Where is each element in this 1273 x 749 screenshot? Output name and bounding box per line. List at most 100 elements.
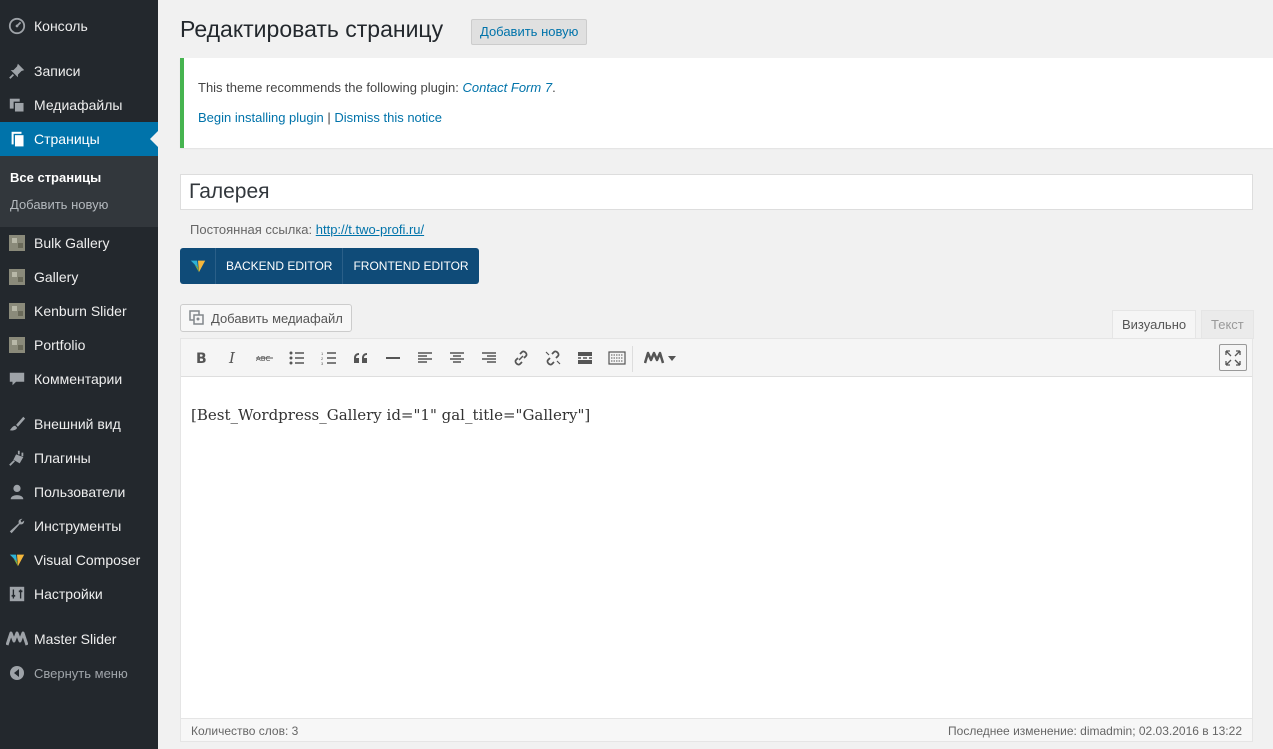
- insert-link-icon[interactable]: [509, 347, 533, 369]
- editor-toolbar: B I ABC 123: [181, 339, 1252, 377]
- menu-item-tools[interactable]: Инструменты: [0, 509, 158, 543]
- menu-item-label: Комментарии: [34, 371, 123, 387]
- menu-item-label: Консоль: [34, 18, 88, 34]
- menu-item-label: Visual Composer: [34, 552, 141, 568]
- plugin-icon: [0, 449, 34, 467]
- bold-icon[interactable]: B: [189, 347, 213, 369]
- menu-item-plugins[interactable]: Плагины: [0, 441, 158, 475]
- menu-item-label: Kenburn Slider: [34, 303, 127, 319]
- gallery-icon: [0, 303, 34, 319]
- menu-item-visual-composer[interactable]: Visual Composer: [0, 543, 158, 577]
- gallery-icon: [0, 269, 34, 285]
- read-more-icon[interactable]: [573, 347, 597, 369]
- admin-sidebar: Консоль Записи Медиафайлы Страницы Все с…: [0, 0, 158, 749]
- strikethrough-icon[interactable]: ABC: [253, 347, 277, 369]
- vc-logo-icon: [180, 248, 216, 284]
- menu-item-settings[interactable]: Настройки: [0, 577, 158, 611]
- menu-item-label: Gallery: [34, 269, 79, 285]
- svg-text:3: 3: [321, 361, 324, 365]
- svg-text:ABC: ABC: [256, 355, 270, 363]
- master-slider-icon: [0, 631, 34, 647]
- notice-text-prefix: This theme recommends the following plug…: [198, 80, 463, 95]
- permalink: Постоянная ссылка: http://t.two-profi.ru…: [190, 222, 424, 237]
- toolbar-separator: [632, 346, 633, 372]
- menu-item-users[interactable]: Пользователи: [0, 475, 158, 509]
- vc-icon: [0, 551, 34, 569]
- permalink-url[interactable]: http://t.two-profi.ru/: [316, 222, 424, 237]
- gallery-icon: [0, 235, 34, 251]
- align-center-icon[interactable]: [445, 347, 469, 369]
- menu-item-label: Bulk Gallery: [34, 235, 110, 251]
- menu-item-comments[interactable]: Комментарии: [0, 362, 158, 396]
- collapse-arrow-icon: [0, 665, 34, 681]
- menu-item-label: Настройки: [34, 586, 103, 602]
- master-slider-dropdown-icon[interactable]: [643, 347, 679, 369]
- menu-item-media[interactable]: Медиафайлы: [0, 88, 158, 122]
- pin-icon: [0, 62, 34, 80]
- comment-icon: [0, 370, 34, 388]
- menu-item-label: Медиафайлы: [34, 97, 123, 113]
- notice-actions: Begin installing plugin | Dismiss this n…: [198, 110, 442, 125]
- pages-icon: [0, 130, 34, 148]
- menu-item-gallery[interactable]: Gallery: [0, 260, 158, 294]
- menu-item-label: Записи: [34, 63, 81, 79]
- menu-item-label: Плагины: [34, 450, 91, 466]
- settings-icon: [0, 585, 34, 603]
- notice-separator: |: [323, 110, 335, 125]
- editor-content-area[interactable]: [Best_Wordpress_Gallery id="1" gal_title…: [181, 378, 1252, 718]
- begin-installing-link[interactable]: Begin installing plugin: [198, 110, 324, 125]
- collapse-menu-button[interactable]: Свернуть меню: [0, 656, 158, 690]
- page-title: Редактировать страницу: [180, 16, 444, 42]
- add-new-page-button[interactable]: Добавить новую: [471, 19, 588, 45]
- plugin-link[interactable]: Contact Form 7: [462, 80, 552, 95]
- wrench-icon: [0, 517, 34, 535]
- bullet-list-icon[interactable]: [285, 347, 309, 369]
- pages-submenu: Все страницы Добавить новую: [0, 156, 158, 227]
- user-icon: [0, 483, 34, 501]
- content-editor: B I ABC 123 [Best_Wordpress_Gallery id="…: [180, 338, 1253, 742]
- menu-item-master-slider[interactable]: Master Slider: [0, 622, 158, 656]
- svg-text:I: I: [228, 351, 236, 365]
- blockquote-icon[interactable]: [349, 347, 373, 369]
- menu-item-bulk-gallery[interactable]: Bulk Gallery: [0, 226, 158, 260]
- add-media-button[interactable]: Добавить медиафайл: [180, 304, 352, 332]
- dashboard-icon: [0, 17, 34, 35]
- italic-icon[interactable]: I: [221, 347, 245, 369]
- menu-item-label: Инструменты: [34, 518, 122, 534]
- align-right-icon[interactable]: [477, 347, 501, 369]
- horizontal-line-icon[interactable]: [381, 347, 405, 369]
- post-title-input[interactable]: [180, 174, 1253, 210]
- editor-content[interactable]: [Best_Wordpress_Gallery id="1" gal_title…: [191, 406, 590, 424]
- submenu-add-new[interactable]: Добавить новую: [10, 197, 108, 212]
- tab-text[interactable]: Текст: [1201, 310, 1254, 339]
- add-media-label: Добавить медиафайл: [211, 310, 343, 326]
- numbered-list-icon[interactable]: 123: [317, 347, 341, 369]
- add-media-icon: [189, 309, 205, 328]
- backend-editor-button[interactable]: BACKEND EDITOR: [216, 248, 344, 284]
- gallery-icon: [0, 337, 34, 353]
- submenu-all-pages[interactable]: Все страницы: [10, 170, 101, 185]
- visual-composer-bar: BACKEND EDITOR FRONTEND EDITOR: [180, 248, 479, 284]
- remove-link-icon[interactable]: [541, 347, 565, 369]
- frontend-editor-button[interactable]: FRONTEND EDITOR: [343, 248, 478, 284]
- tab-visual[interactable]: Визуально: [1112, 310, 1197, 339]
- menu-item-kenburn-slider[interactable]: Kenburn Slider: [0, 294, 158, 328]
- plugin-notice: This theme recommends the following plug…: [180, 58, 1273, 148]
- media-icon: [0, 96, 34, 114]
- permalink-label: Постоянная ссылка:: [190, 222, 316, 237]
- brush-icon: [0, 415, 34, 433]
- dismiss-notice-link[interactable]: Dismiss this notice: [334, 110, 442, 125]
- notice-text-suffix: .: [552, 80, 556, 95]
- menu-item-posts[interactable]: Записи: [0, 54, 158, 88]
- menu-item-appearance[interactable]: Внешний вид: [0, 407, 158, 441]
- menu-item-label: Portfolio: [34, 337, 86, 353]
- align-left-icon[interactable]: [413, 347, 437, 369]
- toolbar-toggle-icon[interactable]: [605, 347, 629, 369]
- notice-message: This theme recommends the following plug…: [198, 80, 556, 95]
- fullscreen-icon[interactable]: [1219, 344, 1247, 371]
- menu-item-dashboard[interactable]: Консоль: [0, 9, 158, 43]
- menu-item-label: Пользователи: [34, 484, 126, 500]
- collapse-menu-label: Свернуть меню: [34, 665, 128, 681]
- menu-item-portfolio[interactable]: Portfolio: [0, 328, 158, 362]
- menu-item-pages[interactable]: Страницы: [0, 122, 158, 156]
